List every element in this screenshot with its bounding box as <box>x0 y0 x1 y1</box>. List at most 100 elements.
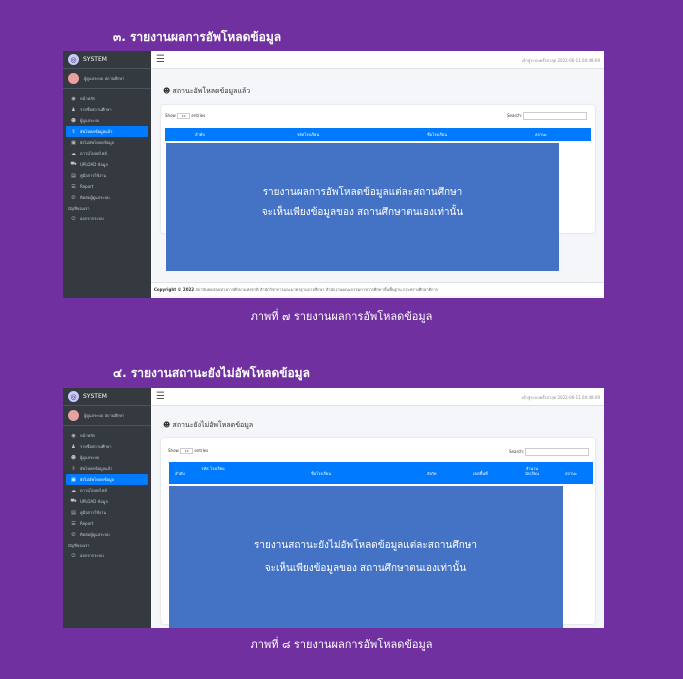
table-header: ลำดับ รหัสโรงเรียน ชื่อโรงเรียน สถานะ <box>165 128 591 141</box>
logout-icon: ⏻ <box>71 552 76 559</box>
sidebar-item[interactable]: ⇪ อัพโหลดข้อมูลแล้ว <box>66 126 148 137</box>
column-header[interactable]: ลำดับ <box>195 132 205 137</box>
sidebar-item[interactable]: ☰ Report <box>63 518 151 529</box>
page-title-text: สถานะยังไม่อัพโหลดข้อมูล <box>172 421 254 429</box>
brand[interactable]: ◎ SYSTEM <box>63 388 151 406</box>
column-header[interactable]: รหัสโรงเรียน <box>297 132 319 137</box>
sidebar-item-label: ยังไม่อัพโหลดข้อมูล <box>80 477 115 482</box>
cloud-download-icon: ☁ <box>71 150 76 157</box>
column-header[interactable]: ลำดับ <box>175 471 185 476</box>
sidebar-item[interactable]: ⛟ UPLOAD ข้อมูล <box>63 159 151 170</box>
column-header[interactable]: สถานะ <box>565 471 577 476</box>
sidebar-item[interactable]: ☻ ผู้ดูแลระบบ <box>63 115 151 126</box>
sidebar: ◎ SYSTEM ผู้ดูแลระบบ สถานศึกษา ◉ หน้าหลัก… <box>63 388 151 628</box>
caption-1: ภาพที่ ๗ รายงานผลการอัพโหลดข้อมูล <box>250 310 433 323</box>
brand-logo-icon: ◎ <box>68 391 79 402</box>
column-header[interactable]: ชื่อโรงเรียน <box>311 471 331 476</box>
report-icon: ☰ <box>71 520 76 527</box>
logout-icon: ⏻ <box>71 215 76 222</box>
sidebar-nav: ◉ หน้าหลัก ♟ รายชื่อสถานศึกษา ☻ ผู้ดูแลระบบ ⇪ อ… <box>63 89 151 224</box>
users-icon: ☻ <box>70 454 77 461</box>
sidebar-item-logout[interactable]: ⏻ ออกจากระบบ <box>63 550 151 561</box>
entries-label: entries <box>194 448 209 453</box>
sidebar-item[interactable]: ✆ ติดต่อผู้ดูแลระบบ <box>63 192 151 203</box>
user-school-icon: ♟ <box>71 443 76 450</box>
sidebar-item[interactable]: ✆ ติดต่อผู้ดูแลระบบ <box>63 529 151 540</box>
caption-2: ภาพที่ ๘ รายงานผลการอัพโหลดข้อมูล <box>250 638 433 651</box>
top-navbar: ☰ เข้าสู่ระบบครั้งล่าสุด 2022-06-11 04:4… <box>151 51 604 69</box>
sidebar-item[interactable]: ☰ Report <box>63 181 151 192</box>
sidebar-item[interactable]: ◉ หน้าหลัก <box>63 430 151 441</box>
avatar <box>68 410 79 421</box>
column-header[interactable]: สังกัด <box>427 471 436 476</box>
section-heading-2: ๔. รายงานสถานะยังไม่อัพโหลดข้อมูล <box>113 366 310 380</box>
search-input[interactable] <box>523 112 588 120</box>
page-title-text: สถานะอัพโหลดข้อมูลแล้ว <box>172 87 251 95</box>
sidebar-item[interactable]: ⇪ อัพโหลดข้อมูลแล้ว <box>63 463 151 474</box>
last-login-text: เข้าสู่ระบบครั้งล่าสุด 2022-06-11 04:48:… <box>521 395 600 400</box>
annotation-line-1: รายงานสถานะยังไม่อัพโหลดข้อมูลแต่ละสถานศ… <box>254 540 477 551</box>
sidebar-item[interactable]: ☁ ดาวน์โหลดไฟล์ <box>63 485 151 496</box>
user-panel[interactable]: ผู้ดูแลระบบ สถานศึกษา <box>63 406 151 426</box>
screenshot-not-uploaded: ◎ SYSTEM ผู้ดูแลระบบ สถานศึกษา ◉ หน้าหลัก… <box>63 388 604 628</box>
dashboard-icon: ◉ <box>71 95 76 102</box>
user-panel[interactable]: ผู้ดูแลระบบ สถานศึกษา <box>63 69 151 89</box>
sidebar: ◎ SYSTEM ผู้ดูแลระบบ สถานศึกษา ◉ หน้าหลัก… <box>63 51 151 298</box>
sidebar-item-label: UPLOAD ข้อมูล <box>80 162 108 167</box>
sidebar-item-label: หน้าหลัก <box>80 96 96 101</box>
sidebar-item-label: ดาวน์โหลดไฟล์ <box>80 151 107 156</box>
entries-select[interactable]: 10 <box>180 448 194 454</box>
book-icon: ▤ <box>71 172 76 179</box>
cloud-download-icon: ☁ <box>71 487 76 494</box>
brand[interactable]: ◎ SYSTEM <box>63 51 151 69</box>
annotation-line-2: จะเห็นเพียงข้อมูลของ สถานศึกษาตนเองเท่าน… <box>264 563 467 574</box>
column-header[interactable]: สถานะ <box>535 132 547 137</box>
sidebar-item-label: รายชื่อสถานศึกษา <box>80 444 112 449</box>
sidebar-item-label: ดาวน์โหลดไฟล์ <box>80 488 107 493</box>
column-header[interactable]: เขตพื้นที่ <box>473 471 488 476</box>
column-header[interactable]: ชื่อโรงเรียน <box>427 132 447 137</box>
sidebar-item-label: ติดต่อผู้ดูแลระบบ <box>80 532 110 537</box>
sidebar-section-header: บัญชีของเรา <box>68 542 90 548</box>
sidebar-item[interactable]: ▤ คู่มือการใช้งาน <box>63 507 151 518</box>
sidebar-item-label: ออกจากระบบ <box>80 553 104 558</box>
sidebar-item[interactable]: ⛟ UPLOAD ข้อมูล <box>63 496 151 507</box>
sidebar-item[interactable]: ♟ รายชื่อสถานศึกษา <box>63 104 151 115</box>
column-header[interactable]: จำนวน นักเรียน <box>519 466 545 476</box>
sidebar-item[interactable]: ♟ รายชื่อสถานศึกษา <box>63 441 151 452</box>
page-title: ☻ สถานะอัพโหลดข้อมูลแล้ว <box>163 86 250 97</box>
sidebar-nav: ◉ หน้าหลัก ♟ รายชื่อสถานศึกษา ☻ ผู้ดูแลระบบ ⇪ อ… <box>63 426 151 561</box>
upload-icon: ⇪ <box>71 128 76 135</box>
contact-icon: ✆ <box>71 194 76 201</box>
sidebar-item[interactable]: ▣ ยังไม่อัพโหลดข้อมูล <box>66 474 148 485</box>
sidebar-item[interactable]: ◉ หน้าหลัก <box>63 93 151 104</box>
cart-icon: ⛟ <box>70 498 77 504</box>
annotation-line-2: จะเห็นเพียงข้อมูลของ สถานศึกษาตนเองเท่าน… <box>261 207 464 218</box>
dashboard-icon: ◉ <box>71 432 76 439</box>
sidebar-item[interactable]: ☻ ผู้ดูแลระบบ <box>63 452 151 463</box>
sidebar-item-label: ออกจากระบบ <box>80 216 104 221</box>
search-input[interactable] <box>525 448 590 456</box>
search-control: Search: <box>507 112 588 120</box>
user-name: ผู้ดูแลระบบ สถานศึกษา <box>84 76 125 81</box>
sidebar-item[interactable]: ▣ ยังไม่อัพโหลดข้อมูล <box>63 137 151 148</box>
not-uploaded-icon: ▣ <box>71 476 76 483</box>
search-control: Search: <box>509 448 590 456</box>
sidebar-item-logout[interactable]: ⏻ ออกจากระบบ <box>63 213 151 224</box>
sidebar-item-label: รายชื่อสถานศึกษา <box>80 107 112 112</box>
not-uploaded-icon: ▣ <box>71 139 76 146</box>
sidebar-item[interactable]: ☁ ดาวน์โหลดไฟล์ <box>63 148 151 159</box>
entries-select[interactable]: 10 <box>177 113 191 119</box>
brand-logo-icon: ◎ <box>68 54 79 65</box>
column-header[interactable]: รหัส โรงเรียน <box>201 466 225 471</box>
sidebar-item[interactable]: ▤ คู่มือการใช้งาน <box>63 170 151 181</box>
footer-text: สถาบันทดสอบทางการศึกษาแห่งชาติ สำนักวิชา… <box>195 287 438 292</box>
user-name: ผู้ดูแลระบบ สถานศึกษา <box>84 413 125 418</box>
hamburger-icon[interactable]: ☰ <box>156 391 165 402</box>
hamburger-icon[interactable]: ☰ <box>156 54 165 65</box>
annotation-overlay: รายงานผลการอัพโหลดข้อมูลแต่ละสถานศึกษา จ… <box>166 143 559 271</box>
show-entries: Show 10 entries <box>165 113 205 119</box>
search-label: Search: <box>509 449 525 454</box>
show-label: Show <box>168 448 179 453</box>
user-school-icon: ♟ <box>71 106 76 113</box>
